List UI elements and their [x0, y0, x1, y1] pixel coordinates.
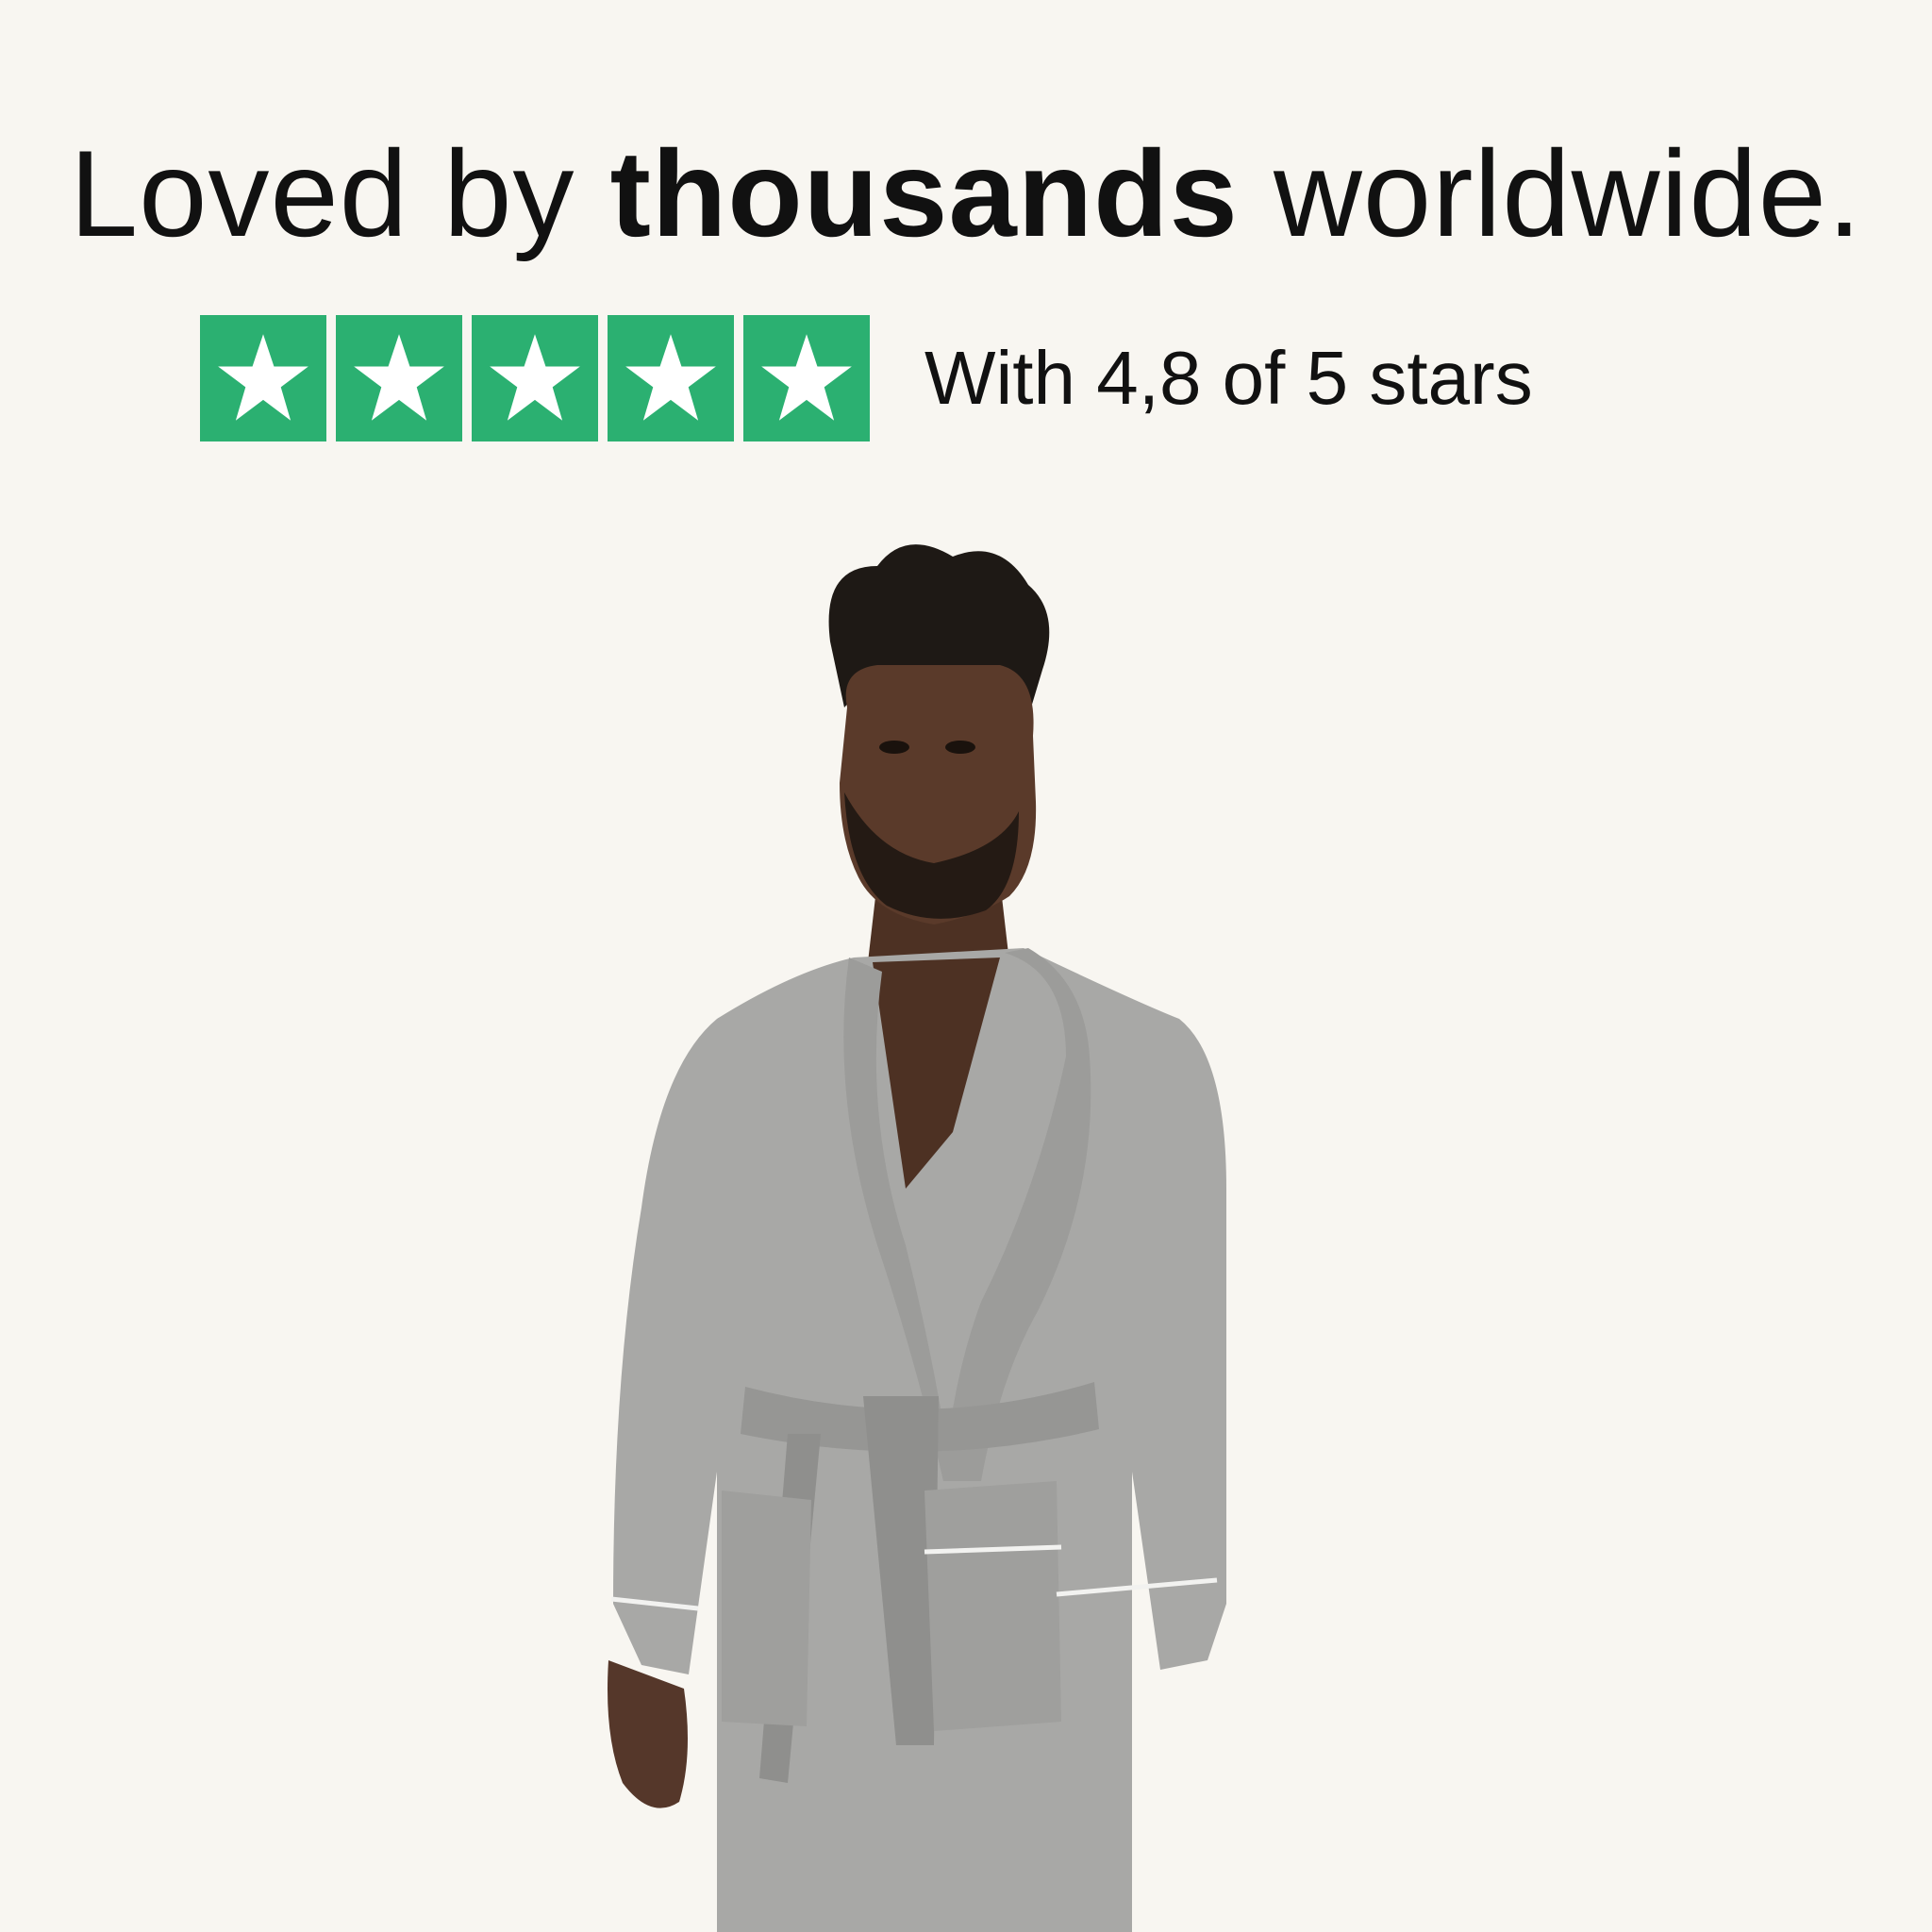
- star-box: [336, 315, 462, 441]
- star-box: [472, 315, 598, 441]
- headline-prefix: Loved by: [69, 125, 610, 262]
- headline-suffix: worldwide.: [1238, 125, 1863, 262]
- star-icon: [625, 334, 716, 421]
- star-icon: [218, 334, 308, 421]
- star-icon: [761, 334, 852, 421]
- star-icon: [354, 334, 444, 421]
- left-hand: [608, 1660, 688, 1808]
- star-box: [608, 315, 734, 441]
- star-box: [743, 315, 870, 441]
- right-pocket: [924, 1481, 1061, 1731]
- rating-text: With 4,8 of 5 stars: [924, 336, 1533, 420]
- left-pocket: [722, 1491, 811, 1726]
- headline: Loved by thousands worldwide.: [0, 132, 1932, 255]
- model-in-bathrobe-image: [608, 544, 1226, 1932]
- rating-row: With 4,8 of 5 stars: [200, 315, 1533, 441]
- headline-emphasis: thousands: [609, 125, 1239, 262]
- star-rating: [200, 315, 870, 441]
- star-box: [200, 315, 326, 441]
- star-icon: [490, 334, 580, 421]
